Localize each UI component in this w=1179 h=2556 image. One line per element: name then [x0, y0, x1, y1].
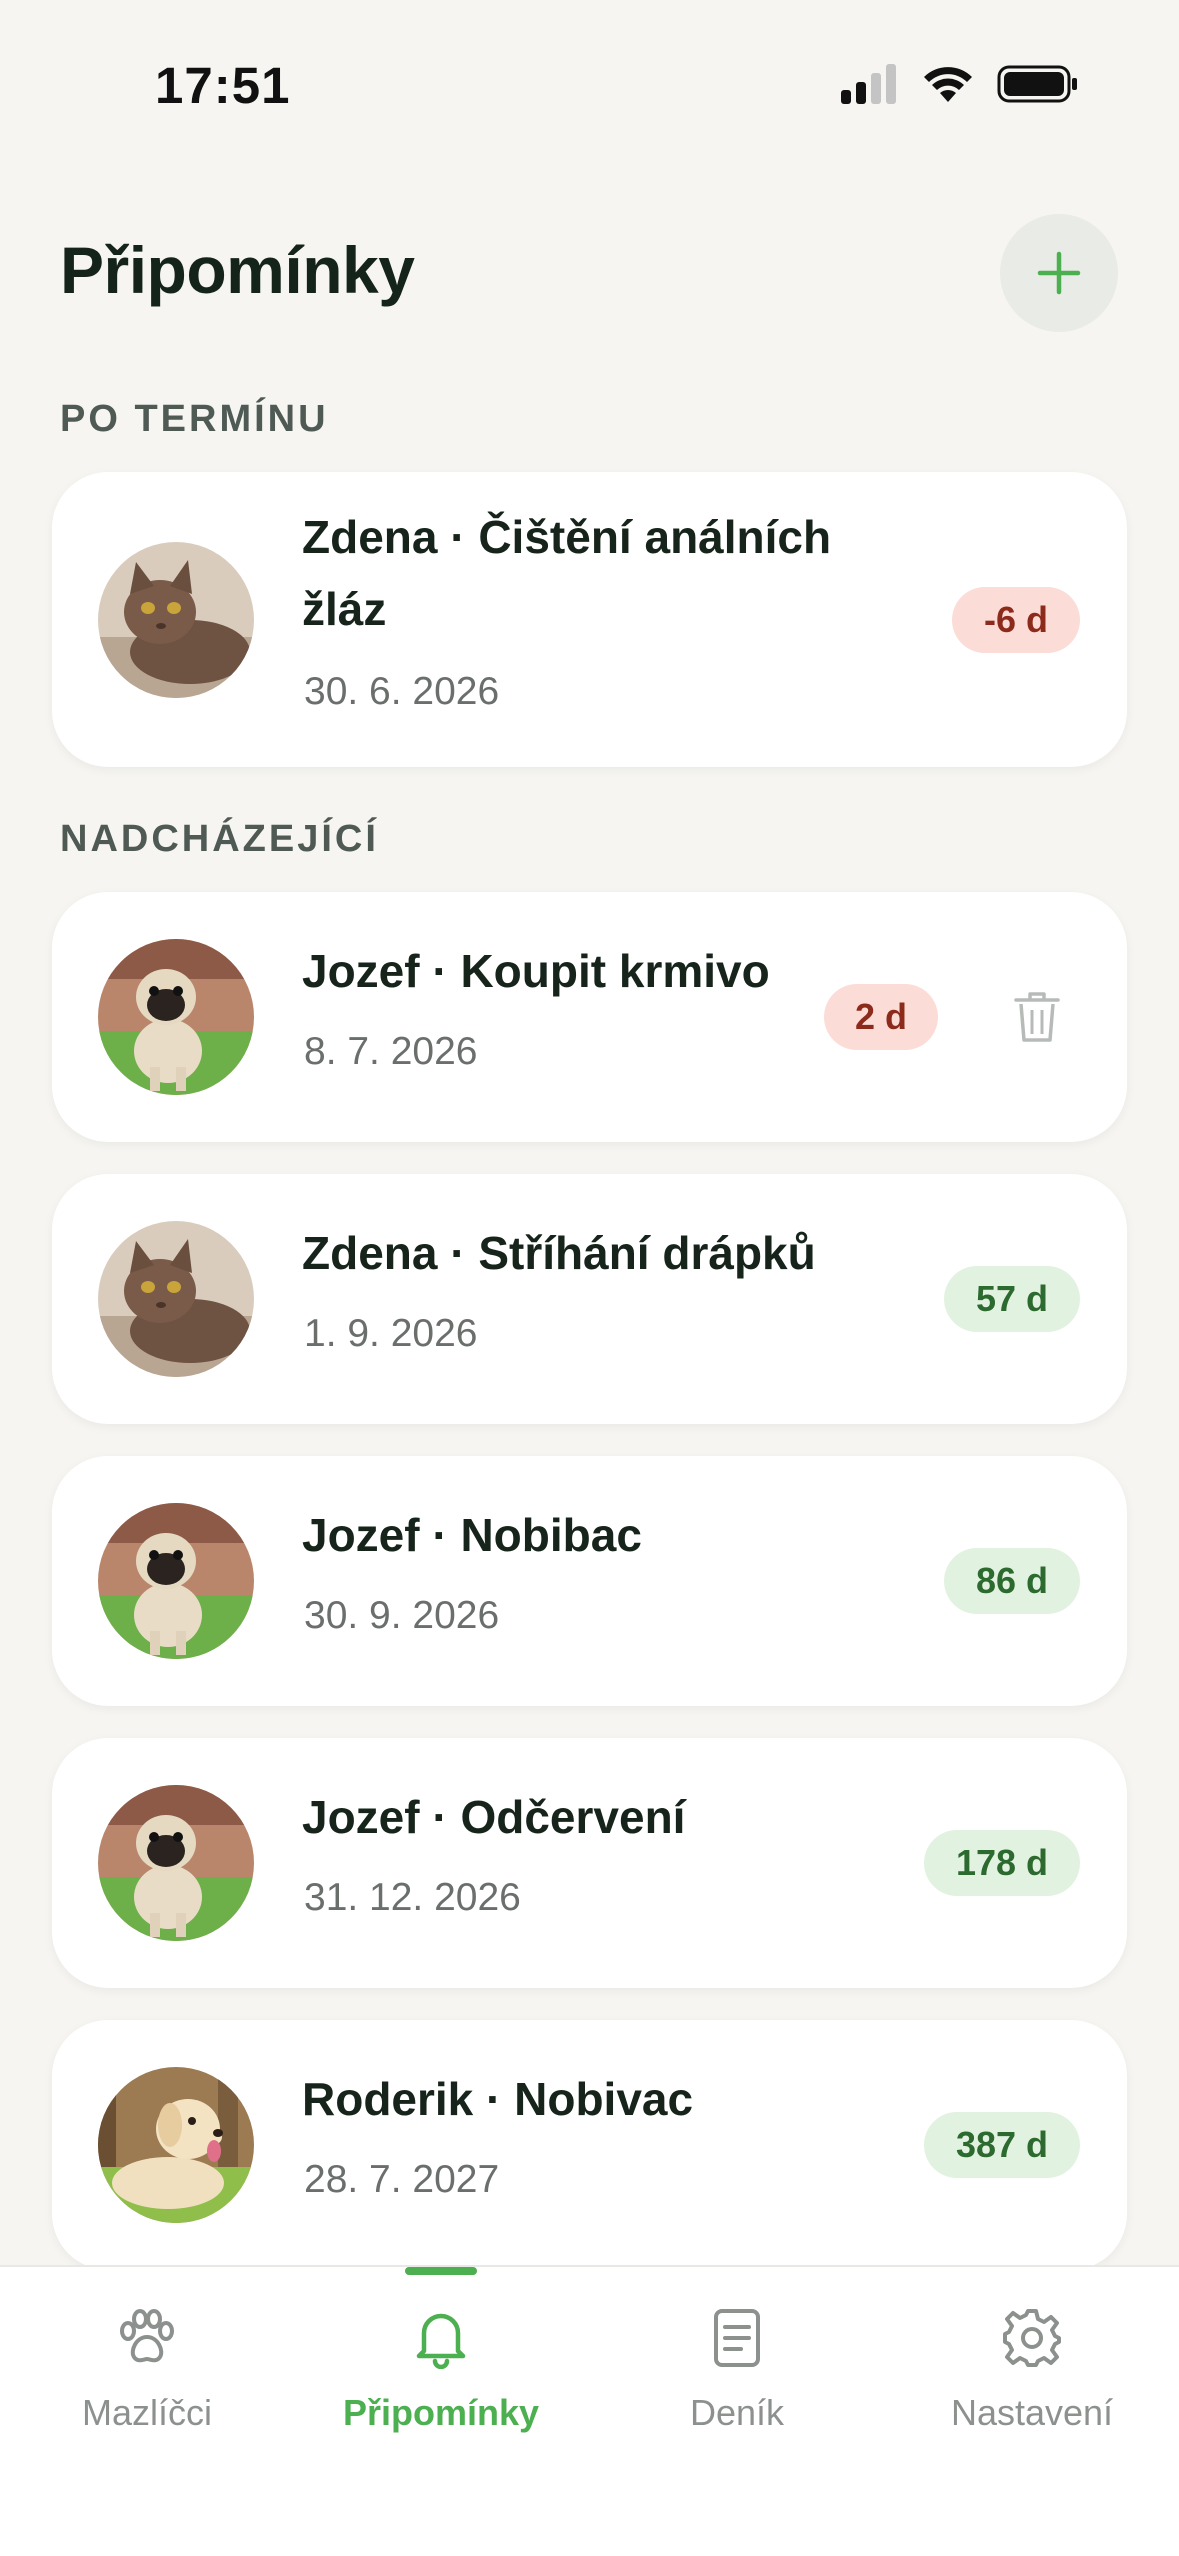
reminder-title: Zdena · Stříhání drápků [302, 1227, 816, 1279]
tab-label: Mazlíčci [81, 2392, 212, 2433]
reminder-card[interactable]: Jozef · Nobibac 30. 9. 2026 86 d [52, 1456, 1127, 1706]
days-badge: 387 d [924, 2112, 1080, 2178]
trash-icon[interactable] [1012, 988, 1062, 1046]
pet-avatar-pug [98, 1503, 254, 1659]
days-badge-overdue: -6 d [952, 587, 1080, 653]
reminder-card[interactable]: Roderik · Nobivac 28. 7. 2027 387 d [52, 2020, 1127, 2270]
reminder-card[interactable]: Jozef · Koupit krmivo 8. 7. 2026 2 d [52, 892, 1127, 1142]
reminder-date: 31. 12. 2026 [304, 1876, 521, 1919]
wifi-icon [924, 67, 972, 102]
battery-icon [997, 65, 1077, 103]
tab-journal[interactable]: Deník [590, 2307, 884, 2434]
reminder-card[interactable]: Zdena · Čištění análních žláz 30. 6. 202… [52, 472, 1127, 767]
days-badge: 178 d [924, 1830, 1080, 1896]
reminder-date: 28. 7. 2027 [304, 2158, 500, 2201]
reminder-title: Roderik · Nobivac [302, 2073, 694, 2125]
days-badge-soon: 2 d [824, 984, 938, 1050]
reminder-date: 30. 6. 2026 [304, 670, 500, 713]
plus-icon [1037, 251, 1081, 295]
reminder-card[interactable]: Zdena · Stříhání drápků 1. 9. 2026 57 d [52, 1174, 1127, 1424]
pet-avatar-cat [98, 542, 254, 698]
bell-icon [416, 2313, 466, 2370]
pet-avatar-pug [98, 1785, 254, 1941]
reminder-date: 1. 9. 2026 [304, 1312, 478, 1355]
reminder-date: 8. 7. 2026 [304, 1030, 478, 1073]
reminder-date: 30. 9. 2026 [304, 1594, 500, 1637]
tab-label: Nastavení [950, 2392, 1114, 2433]
pet-avatar-cat [98, 1221, 254, 1377]
tab-settings[interactable]: Nastavení [885, 2307, 1179, 2434]
gear-icon [1003, 2309, 1061, 2367]
reminder-title: Jozef · Odčervení [302, 1791, 686, 1843]
status-icons [841, 64, 1079, 104]
tab-label: Deník [689, 2392, 785, 2433]
days-badge: 86 d [944, 1548, 1080, 1614]
tab-pets[interactable]: Mazlíčci [0, 2307, 294, 2434]
days-badge: 57 d [944, 1266, 1080, 1332]
active-tab-indicator [405, 2267, 477, 2275]
section-label-upcoming: NADCHÁZEJÍCÍ [60, 818, 379, 860]
journal-icon [714, 2309, 760, 2367]
page-title: Připomínky [60, 233, 415, 307]
paw-icon [120, 2309, 174, 2363]
tab-reminders[interactable]: Připomínky [294, 2307, 588, 2434]
pet-avatar-labrador [98, 2067, 254, 2223]
reminder-title: Jozef · Koupit krmivo [302, 945, 770, 997]
tab-bar: Mazlíčci Připomínky Deník Nastavení [0, 2265, 1179, 2556]
reminder-title-continued: žláz [302, 583, 387, 635]
reminder-card[interactable]: Jozef · Odčervení 31. 12. 2026 178 d [52, 1738, 1127, 1988]
tab-label: Připomínky [342, 2392, 540, 2433]
pet-avatar-pug [98, 939, 254, 1095]
signal-icon [841, 64, 896, 104]
status-time: 17:51 [155, 57, 291, 114]
reminder-title: Zdena · Čištění análních [302, 511, 832, 563]
reminder-title: Jozef · Nobibac [302, 1509, 642, 1561]
section-label-overdue: PO TERMÍNU [60, 398, 329, 440]
add-reminder-button[interactable] [1000, 214, 1118, 332]
reminders-screen: 17:51 Připomínky PO TERMÍNU Zdena · Čišt… [0, 0, 1179, 2556]
